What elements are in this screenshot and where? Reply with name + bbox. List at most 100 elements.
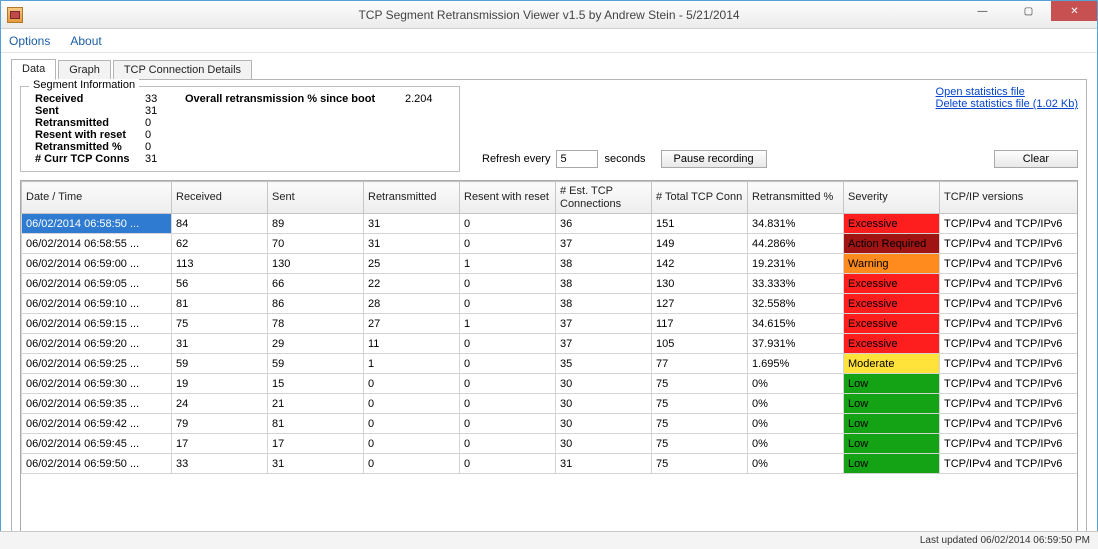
- cell-sent: 70: [268, 234, 364, 254]
- cell-resent-reset: 0: [460, 214, 556, 234]
- tab-graph[interactable]: Graph: [58, 60, 111, 80]
- refresh-controls: Refresh every seconds Pause recording: [482, 150, 767, 168]
- cell-est-conn: 36: [556, 214, 652, 234]
- status-text: Last updated 06/02/2014 06:59:50 PM: [920, 535, 1090, 546]
- cell-datetime: 06/02/2014 06:59:35 ...: [22, 394, 172, 414]
- clear-button[interactable]: Clear: [994, 150, 1078, 168]
- cell-versions: TCP/IPv4 and TCP/IPv6: [940, 274, 1079, 294]
- maximize-button[interactable]: ▢: [1005, 1, 1051, 21]
- cell-retransmitted-pct: 0%: [748, 394, 844, 414]
- cell-received: 24: [172, 394, 268, 414]
- value-retransmitted: 0: [145, 117, 185, 129]
- cell-retransmitted: 25: [364, 254, 460, 274]
- refresh-interval-input[interactable]: [556, 150, 598, 168]
- cell-datetime: 06/02/2014 06:58:50 ...: [22, 214, 172, 234]
- cell-severity: Low: [844, 454, 940, 474]
- table-row[interactable]: 06/02/2014 06:59:50 ...33310031750%LowTC…: [22, 454, 1079, 474]
- app-icon: [7, 7, 23, 23]
- table-row[interactable]: 06/02/2014 06:59:35 ...24210030750%LowTC…: [22, 394, 1079, 414]
- cell-total-conn: 142: [652, 254, 748, 274]
- value-resent-reset: 0: [145, 129, 185, 141]
- cell-received: 19: [172, 374, 268, 394]
- cell-total-conn: 151: [652, 214, 748, 234]
- cell-versions: TCP/IPv4 and TCP/IPv6: [940, 294, 1079, 314]
- col-severity[interactable]: Severity: [844, 182, 940, 214]
- cell-retransmitted: 28: [364, 294, 460, 314]
- col-resent-reset[interactable]: Resent with reset: [460, 182, 556, 214]
- table-row[interactable]: 06/02/2014 06:59:25 ...59591035771.695%M…: [22, 354, 1079, 374]
- col-est-conn[interactable]: # Est. TCP Connections: [556, 182, 652, 214]
- cell-versions: TCP/IPv4 and TCP/IPv6: [940, 214, 1079, 234]
- close-button[interactable]: ✕: [1051, 1, 1097, 21]
- cell-received: 31: [172, 334, 268, 354]
- cell-retransmitted: 0: [364, 434, 460, 454]
- cell-datetime: 06/02/2014 06:59:30 ...: [22, 374, 172, 394]
- cell-total-conn: 105: [652, 334, 748, 354]
- menu-options[interactable]: Options: [9, 34, 50, 48]
- cell-severity: Action Required: [844, 234, 940, 254]
- table-row[interactable]: 06/02/2014 06:59:00 ...1131302513814219.…: [22, 254, 1079, 274]
- cell-datetime: 06/02/2014 06:59:42 ...: [22, 414, 172, 434]
- window-title: TCP Segment Retransmission Viewer v1.5 b…: [1, 8, 1097, 22]
- cell-datetime: 06/02/2014 06:59:20 ...: [22, 334, 172, 354]
- table-row[interactable]: 06/02/2014 06:58:55 ...62703103714944.28…: [22, 234, 1079, 254]
- label-retransmitted: Retransmitted: [35, 117, 145, 129]
- cell-est-conn: 31: [556, 454, 652, 474]
- table-row[interactable]: 06/02/2014 06:58:50 ...84893103615134.83…: [22, 214, 1079, 234]
- col-received[interactable]: Received: [172, 182, 268, 214]
- cell-total-conn: 75: [652, 414, 748, 434]
- cell-resent-reset: 0: [460, 234, 556, 254]
- cell-sent: 66: [268, 274, 364, 294]
- table-row[interactable]: 06/02/2014 06:59:10 ...81862803812732.55…: [22, 294, 1079, 314]
- cell-retransmitted-pct: 0%: [748, 454, 844, 474]
- cell-est-conn: 30: [556, 414, 652, 434]
- table-row[interactable]: 06/02/2014 06:59:42 ...79810030750%LowTC…: [22, 414, 1079, 434]
- cell-total-conn: 75: [652, 374, 748, 394]
- cell-est-conn: 38: [556, 274, 652, 294]
- col-versions[interactable]: TCP/IP versions: [940, 182, 1079, 214]
- cell-received: 81: [172, 294, 268, 314]
- table-row[interactable]: 06/02/2014 06:59:15 ...75782713711734.61…: [22, 314, 1079, 334]
- table-row[interactable]: 06/02/2014 06:59:30 ...19150030750%LowTC…: [22, 374, 1079, 394]
- minimize-button[interactable]: —: [959, 1, 1005, 21]
- col-total-conn[interactable]: # Total TCP Conn: [652, 182, 748, 214]
- col-datetime[interactable]: Date / Time: [22, 182, 172, 214]
- data-grid[interactable]: Date / Time Received Sent Retransmitted …: [20, 180, 1078, 540]
- cell-resent-reset: 0: [460, 454, 556, 474]
- cell-retransmitted: 0: [364, 394, 460, 414]
- cell-retransmitted-pct: 0%: [748, 434, 844, 454]
- cell-est-conn: 38: [556, 294, 652, 314]
- cell-sent: 17: [268, 434, 364, 454]
- label-sent: Sent: [35, 105, 145, 117]
- cell-sent: 15: [268, 374, 364, 394]
- cell-severity: Excessive: [844, 314, 940, 334]
- cell-retransmitted-pct: 44.286%: [748, 234, 844, 254]
- menu-about[interactable]: About: [70, 34, 101, 48]
- table-row[interactable]: 06/02/2014 06:59:45 ...17170030750%LowTC…: [22, 434, 1079, 454]
- cell-retransmitted-pct: 33.333%: [748, 274, 844, 294]
- link-open-stats[interactable]: Open statistics file: [936, 86, 1078, 98]
- cell-resent-reset: 1: [460, 314, 556, 334]
- cell-received: 113: [172, 254, 268, 274]
- col-retransmitted-pct[interactable]: Retransmitted %: [748, 182, 844, 214]
- cell-received: 62: [172, 234, 268, 254]
- cell-retransmitted: 0: [364, 374, 460, 394]
- cell-severity: Excessive: [844, 294, 940, 314]
- col-sent[interactable]: Sent: [268, 182, 364, 214]
- link-delete-stats[interactable]: Delete statistics file (1.02 Kb): [936, 98, 1078, 110]
- pause-recording-button[interactable]: Pause recording: [661, 150, 767, 168]
- tab-details[interactable]: TCP Connection Details: [113, 60, 252, 80]
- cell-resent-reset: 0: [460, 354, 556, 374]
- col-retransmitted[interactable]: Retransmitted: [364, 182, 460, 214]
- cell-retransmitted: 31: [364, 214, 460, 234]
- table-row[interactable]: 06/02/2014 06:59:20 ...31291103710537.93…: [22, 334, 1079, 354]
- cell-total-conn: 130: [652, 274, 748, 294]
- cell-retransmitted: 0: [364, 454, 460, 474]
- cell-versions: TCP/IPv4 and TCP/IPv6: [940, 234, 1079, 254]
- cell-resent-reset: 1: [460, 254, 556, 274]
- cell-resent-reset: 0: [460, 334, 556, 354]
- cell-est-conn: 37: [556, 314, 652, 334]
- tab-data[interactable]: Data: [11, 59, 56, 80]
- cell-retransmitted-pct: 32.558%: [748, 294, 844, 314]
- table-row[interactable]: 06/02/2014 06:59:05 ...56662203813033.33…: [22, 274, 1079, 294]
